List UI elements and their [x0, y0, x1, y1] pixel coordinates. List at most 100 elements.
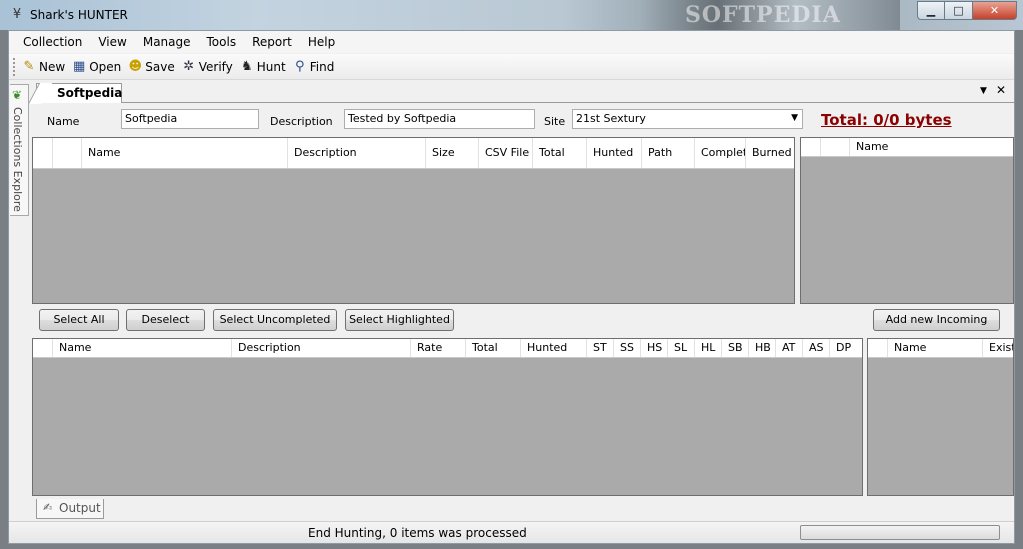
- collections-explorer-tab[interactable]: ❦ Collections Explore: [10, 84, 29, 216]
- close-button[interactable]: ✕: [973, 1, 1017, 20]
- incoming-col-check[interactable]: [821, 138, 850, 156]
- verify-icon: ✲: [183, 58, 195, 74]
- hunt-col-dp[interactable]: DP: [830, 339, 857, 357]
- files-col-total[interactable]: Total: [533, 138, 587, 168]
- site-label: Site: [544, 115, 566, 128]
- select-uncompleted-button[interactable]: Select Uncompleted: [213, 309, 337, 331]
- incoming-col-name[interactable]: Name: [850, 138, 1013, 156]
- verify-button-label: Verify: [198, 59, 233, 74]
- menu-view[interactable]: View: [90, 31, 134, 53]
- hunt-col-row-header[interactable]: [33, 339, 53, 357]
- title-bar: SOFTPEDIA ¥ Shark's HUNTER ▁ □ ✕: [0, 0, 1023, 30]
- hunt-col-total[interactable]: Total: [466, 339, 521, 357]
- hunt-col-hs[interactable]: HS: [641, 339, 668, 357]
- total-bytes-label: Total: 0/0 bytes: [821, 111, 952, 129]
- hunt-icon: ♞: [240, 58, 253, 74]
- select-all-button[interactable]: Select All: [39, 309, 119, 331]
- files-col-size[interactable]: Size: [426, 138, 479, 168]
- incoming-col-row-header[interactable]: [801, 138, 821, 156]
- files-grid-header: Name Description Size CSV File Total Hun…: [33, 138, 794, 169]
- find-button-label: Find: [309, 59, 335, 74]
- collection-document: Softpedia ▼ ✕ Name Softpedia Description…: [32, 81, 1014, 499]
- deselect-button[interactable]: Deselect: [126, 309, 205, 331]
- menu-collection[interactable]: Collection: [15, 31, 90, 53]
- hunt-col-description[interactable]: Description: [232, 339, 411, 357]
- files-col-complete[interactable]: Complete: [695, 138, 746, 168]
- hunt-col-hunted[interactable]: Hunted: [521, 339, 587, 357]
- toolbar: ✎ New ▦ Open ☻ Save ✲ Verify ♞ Hunt ⚲ Find: [9, 54, 1014, 80]
- hunt-col-hl[interactable]: HL: [695, 339, 722, 357]
- watermark-text: SOFTPEDIA: [685, 2, 841, 28]
- save-button-label: Save: [145, 59, 175, 74]
- menu-report[interactable]: Report: [244, 31, 300, 53]
- status-bar: End Hunting, 0 items was processed: [9, 521, 1014, 543]
- files-grid[interactable]: Name Description Size CSV File Total Hun…: [32, 137, 795, 304]
- menu-manage[interactable]: Manage: [135, 31, 199, 53]
- app-icon[interactable]: ¥: [9, 7, 25, 23]
- tab-list-dropdown-icon[interactable]: ▼: [980, 86, 987, 96]
- hunt-col-rate[interactable]: Rate: [411, 339, 466, 357]
- files-col-row-header[interactable]: [33, 138, 53, 168]
- new-button[interactable]: ✎ New: [21, 58, 66, 75]
- verify-button[interactable]: ✲ Verify: [181, 59, 233, 75]
- incoming-grid-header: Name: [801, 138, 1013, 157]
- select-highlighted-button[interactable]: Select Highlighted: [345, 309, 454, 331]
- tab-close-icon[interactable]: ✕: [996, 83, 1006, 97]
- files-col-burned[interactable]: Burned: [746, 138, 794, 168]
- files-col-description[interactable]: Description: [288, 138, 426, 168]
- output-tab[interactable]: ✍ Output: [36, 499, 104, 519]
- open-icon: ▦: [73, 58, 86, 74]
- find-button[interactable]: ⚲ Find: [292, 59, 335, 75]
- name-input[interactable]: Softpedia: [121, 109, 259, 129]
- files-col-check[interactable]: [53, 138, 82, 168]
- files-col-csv-file[interactable]: CSV File: [479, 138, 533, 168]
- description-label: Description: [270, 115, 333, 128]
- exists-col-name[interactable]: Name: [888, 339, 983, 357]
- hunt-col-at[interactable]: AT: [776, 339, 803, 357]
- menu-help[interactable]: Help: [300, 31, 343, 53]
- files-col-path[interactable]: Path: [642, 138, 695, 168]
- exists-col-row-header[interactable]: [868, 339, 888, 357]
- maximize-button[interactable]: □: [945, 1, 973, 20]
- new-icon: ✎: [23, 58, 35, 74]
- chevron-down-icon: ▼: [791, 113, 798, 123]
- document-tabstrip: Softpedia ▼ ✕: [32, 81, 1014, 103]
- name-label: Name: [47, 115, 80, 128]
- minimize-button[interactable]: ▁: [917, 1, 945, 20]
- open-button[interactable]: ▦ Open: [71, 59, 121, 75]
- new-button-label: New: [39, 59, 66, 74]
- tab-softpedia[interactable]: Softpedia: [36, 83, 122, 103]
- hunt-col-sb[interactable]: SB: [722, 339, 749, 357]
- window-title: Shark's HUNTER: [30, 8, 128, 22]
- save-icon: ☻: [128, 58, 143, 74]
- hunt-col-st[interactable]: ST: [587, 339, 614, 357]
- collections-explorer-label: Collections Explore: [11, 107, 24, 212]
- menu-tools[interactable]: Tools: [199, 31, 245, 53]
- files-col-name[interactable]: Name: [82, 138, 288, 168]
- files-col-hunted[interactable]: Hunted: [587, 138, 642, 168]
- site-select-value: 21st Sextury: [576, 112, 646, 125]
- close-icon: ✕: [989, 4, 1000, 17]
- status-text: End Hunting, 0 items was processed: [308, 526, 527, 540]
- site-select[interactable]: 21st Sextury ▼: [572, 109, 803, 129]
- hunt-button[interactable]: ♞ Hunt: [239, 59, 286, 75]
- hunt-col-name[interactable]: Name: [53, 339, 232, 357]
- save-button[interactable]: ☻ Save: [127, 59, 174, 75]
- incoming-grid[interactable]: Name: [800, 137, 1014, 304]
- toolbar-grip[interactable]: [13, 57, 17, 76]
- hunt-col-as[interactable]: AS: [803, 339, 830, 357]
- description-input[interactable]: Tested by Softpedia: [344, 109, 535, 129]
- add-new-incoming-button[interactable]: Add new Incoming: [873, 309, 1000, 331]
- hunt-col-ss[interactable]: SS: [614, 339, 641, 357]
- progress-bar: [800, 525, 1000, 540]
- leaf-icon: ❦: [12, 88, 23, 102]
- hunt-col-hb[interactable]: HB: [749, 339, 776, 357]
- minimize-icon: ▁: [926, 4, 936, 17]
- hunt-grid-header: Name Description Rate Total Hunted ST SS…: [33, 339, 862, 358]
- exists-grid-header: Name Exists: [868, 339, 1013, 358]
- exists-grid[interactable]: Name Exists: [867, 338, 1014, 496]
- output-icon: ✍: [43, 501, 53, 514]
- exists-col-exists[interactable]: Exists: [983, 339, 1013, 357]
- hunt-grid[interactable]: Name Description Rate Total Hunted ST SS…: [32, 338, 863, 496]
- hunt-col-sl[interactable]: SL: [668, 339, 695, 357]
